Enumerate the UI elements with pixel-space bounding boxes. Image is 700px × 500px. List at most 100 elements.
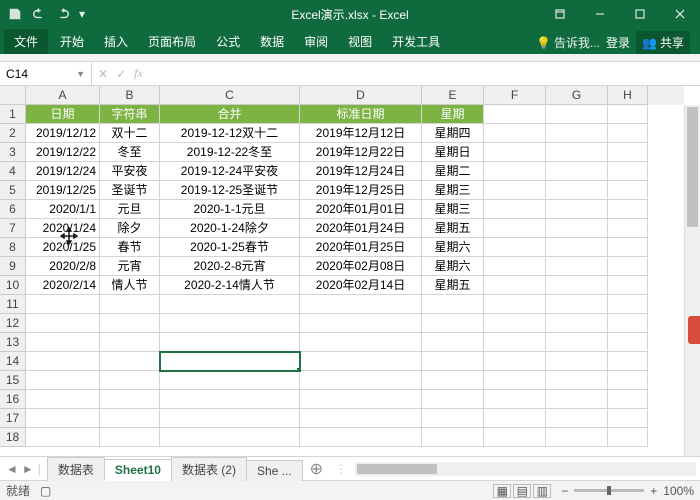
zoom-in-icon[interactable]: + [650,484,657,498]
cell-H11[interactable] [608,295,648,314]
cell-H12[interactable] [608,314,648,333]
maximize-icon[interactable] [620,0,660,28]
row-header-15[interactable]: 15 [0,371,26,390]
row-header-1[interactable]: 1 [0,105,26,124]
cell-D9[interactable]: 2020年02月08日 [300,257,422,276]
row-header-7[interactable]: 7 [0,219,26,238]
cell-G14[interactable] [546,352,608,371]
minimize-icon[interactable] [580,0,620,28]
save-icon[interactable] [4,3,26,25]
cell-C6[interactable]: 2020-1-1元旦 [160,200,300,219]
cell-A14[interactable] [26,352,100,371]
cell-F7[interactable] [484,219,546,238]
cell-G1[interactable] [546,105,608,124]
cell-G18[interactable] [546,428,608,447]
cell-D4[interactable]: 2019年12月24日 [300,162,422,181]
cell-C1[interactable]: 合并 [160,105,300,124]
cell-D2[interactable]: 2019年12月12日 [300,124,422,143]
cell-G7[interactable] [546,219,608,238]
vertical-scrollbar[interactable] [684,105,700,456]
cell-A11[interactable] [26,295,100,314]
cell-E5[interactable]: 星期三 [422,181,484,200]
tell-me-search[interactable]: 💡告诉我... [536,34,600,51]
sheet-nav-prev-icon[interactable]: ◄ [6,462,18,476]
cell-E4[interactable]: 星期二 [422,162,484,181]
cell-E2[interactable]: 星期四 [422,124,484,143]
cell-F14[interactable] [484,352,546,371]
cell-B11[interactable] [100,295,160,314]
cell-B8[interactable]: 春节 [100,238,160,257]
cell-D1[interactable]: 标准日期 [300,105,422,124]
cell-E18[interactable] [422,428,484,447]
cell-F15[interactable] [484,371,546,390]
select-all-corner[interactable] [0,86,26,105]
cell-G12[interactable] [546,314,608,333]
cell-C16[interactable] [160,390,300,409]
fx-icon[interactable]: fx [134,66,143,81]
cell-H1[interactable] [608,105,648,124]
page-break-view-icon[interactable]: ▥ [533,484,551,498]
row-header-18[interactable]: 18 [0,428,26,447]
cell-A16[interactable] [26,390,100,409]
cell-G13[interactable] [546,333,608,352]
cell-D13[interactable] [300,333,422,352]
cell-H17[interactable] [608,409,648,428]
col-header-B[interactable]: B [100,86,160,105]
cell-F5[interactable] [484,181,546,200]
cell-F6[interactable] [484,200,546,219]
sheet-tab-1[interactable]: Sheet10 [104,459,172,481]
cell-G3[interactable] [546,143,608,162]
cell-A15[interactable] [26,371,100,390]
share-button[interactable]: 👥共享 [636,31,690,54]
horizontal-scroll-thumb[interactable] [357,464,437,474]
record-macro-icon[interactable]: ▢ [40,484,51,498]
cell-E11[interactable] [422,295,484,314]
cell-F3[interactable] [484,143,546,162]
tab-开始[interactable]: 开始 [50,29,94,54]
cell-C18[interactable] [160,428,300,447]
login-link[interactable]: 登录 [606,34,630,51]
cell-E9[interactable]: 星期六 [422,257,484,276]
horizontal-scrollbar[interactable] [355,462,696,476]
side-panel-tag[interactable] [688,316,700,344]
row-header-5[interactable]: 5 [0,181,26,200]
cell-H4[interactable] [608,162,648,181]
cell-E8[interactable]: 星期六 [422,238,484,257]
row-header-11[interactable]: 11 [0,295,26,314]
cell-G11[interactable] [546,295,608,314]
sheet-tab-3[interactable]: She ... [246,460,303,481]
cell-G16[interactable] [546,390,608,409]
cell-C9[interactable]: 2020-2-8元宵 [160,257,300,276]
vertical-scroll-thumb[interactable] [687,107,698,227]
cell-H14[interactable] [608,352,648,371]
cell-F1[interactable] [484,105,546,124]
cell-D3[interactable]: 2019年12月22日 [300,143,422,162]
cell-A9[interactable]: 2020/2/8 [26,257,100,276]
cell-C11[interactable] [160,295,300,314]
cell-C15[interactable] [160,371,300,390]
cell-C2[interactable]: 2019-12-12双十二 [160,124,300,143]
cell-B16[interactable] [100,390,160,409]
cell-B10[interactable]: 情人节 [100,276,160,295]
cell-E15[interactable] [422,371,484,390]
cell-H16[interactable] [608,390,648,409]
cell-H10[interactable] [608,276,648,295]
cell-B2[interactable]: 双十二 [100,124,160,143]
cell-D6[interactable]: 2020年01月01日 [300,200,422,219]
ribbon-options-icon[interactable] [540,0,580,28]
cell-G5[interactable] [546,181,608,200]
cell-H3[interactable] [608,143,648,162]
cell-B12[interactable] [100,314,160,333]
cell-F18[interactable] [484,428,546,447]
cell-C8[interactable]: 2020-1-25春节 [160,238,300,257]
cell-A4[interactable]: 2019/12/24 [26,162,100,181]
cell-B17[interactable] [100,409,160,428]
zoom-slider[interactable] [574,489,644,492]
cell-E13[interactable] [422,333,484,352]
cell-F17[interactable] [484,409,546,428]
zoom-out-icon[interactable]: − [561,484,568,498]
cell-E3[interactable]: 星期日 [422,143,484,162]
cell-E10[interactable]: 星期五 [422,276,484,295]
sheet-tab-2[interactable]: 数据表 (2) [171,457,247,481]
cell-H5[interactable] [608,181,648,200]
